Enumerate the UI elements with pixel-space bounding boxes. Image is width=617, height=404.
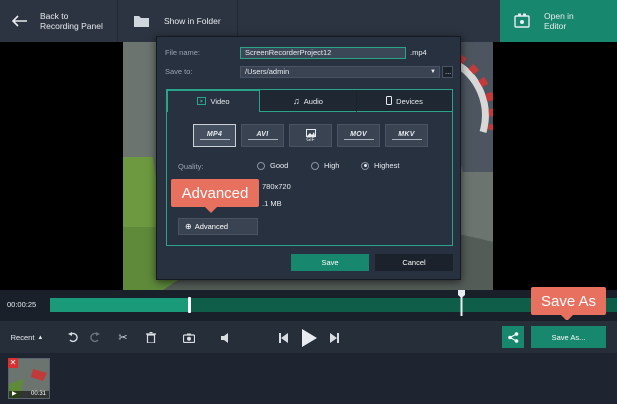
- save-dialog: File name: ScreenRecorderProject12 .mp4 …: [156, 36, 461, 280]
- size-value: .1 MB: [262, 199, 282, 208]
- thumbnail-play-icon: ▶: [12, 391, 17, 397]
- close-icon: ✕: [9, 358, 17, 367]
- format-mov-button[interactable]: MOV: [337, 124, 380, 147]
- next-button[interactable]: [326, 321, 342, 354]
- browse-button[interactable]: ...: [442, 66, 453, 78]
- recent-recordings-strip: ▶ 00:31 ✕: [0, 353, 617, 404]
- dialog-save-button[interactable]: Save: [291, 254, 369, 271]
- open-in-editor-button[interactable]: Open in Editor: [500, 0, 617, 42]
- quality-highest-radio[interactable]: Highest: [361, 161, 399, 170]
- tab-audio[interactable]: ♫ Audio: [260, 90, 357, 112]
- quality-good-radio[interactable]: Good: [257, 161, 288, 170]
- save-to-value: /Users/admin: [245, 67, 290, 76]
- volume-button[interactable]: [217, 321, 235, 354]
- cut-button[interactable]: ✂: [114, 321, 132, 354]
- back-to-recording-panel-button[interactable]: Back to Recording Panel: [0, 0, 118, 42]
- skip-forward-icon: [329, 332, 339, 343]
- format-mkv-button[interactable]: MKV: [385, 124, 428, 147]
- timeline: 00:00:25: [0, 290, 617, 320]
- plus-circle-icon: ⊕: [185, 222, 192, 231]
- snapshot-button[interactable]: [180, 321, 198, 354]
- thumbnail-duration: 00:31: [30, 391, 46, 397]
- quality-highest-label: Highest: [374, 161, 400, 170]
- chevron-up-icon: ▲: [37, 334, 44, 341]
- tab-devices-label: Devices: [396, 96, 423, 106]
- back-label-line1: Back to: [40, 11, 69, 21]
- save-to-dropdown[interactable]: /Users/admin ▼: [240, 66, 440, 78]
- play-icon: [301, 328, 317, 347]
- image-icon: [305, 128, 316, 137]
- format-mp4-label: MP4: [206, 131, 223, 138]
- format-mov-label: MOV: [350, 131, 367, 138]
- format-gif-button[interactable]: GIF: [289, 124, 332, 147]
- video-tab-icon: [197, 96, 207, 107]
- quality-good-label: Good: [270, 161, 289, 170]
- dialog-cancel-button[interactable]: Cancel: [375, 254, 453, 271]
- share-button[interactable]: [502, 326, 524, 348]
- open-in-editor-line2: Editor: [544, 21, 567, 31]
- device-phone-icon: [386, 95, 393, 107]
- remove-recording-button[interactable]: ✕: [8, 358, 18, 368]
- file-extension: .mp4: [410, 48, 427, 57]
- format-mkv-label: MKV: [398, 131, 415, 138]
- save-as-button[interactable]: Save As...: [531, 326, 606, 348]
- bottom-toolbar: Recent ▲ ✂ Save As...: [0, 320, 617, 353]
- app-window: Back to Recording Panel Show in Folder O…: [0, 0, 617, 404]
- delete-button[interactable]: [142, 321, 160, 354]
- tab-devices[interactable]: Devices: [357, 90, 452, 112]
- undo-button[interactable]: [64, 321, 82, 354]
- advanced-callout: Advanced: [171, 179, 259, 207]
- tab-video-label: Video: [210, 97, 230, 106]
- resolution-value: 780x720: [262, 182, 291, 191]
- scissors-icon: ✂: [118, 332, 128, 344]
- chevron-down-icon: ▼: [430, 69, 436, 75]
- undo-icon: [67, 332, 78, 343]
- previous-button[interactable]: [275, 321, 291, 354]
- skip-back-icon: [278, 332, 288, 343]
- file-name-label: File name:: [165, 48, 201, 57]
- current-time: 00:00:25: [7, 300, 37, 309]
- video-preview-area: File name: ScreenRecorderProject12 .mp4 …: [0, 36, 617, 290]
- redo-icon: [89, 332, 100, 343]
- recent-dropdown[interactable]: Recent ▲: [6, 321, 48, 354]
- play-button[interactable]: [298, 321, 320, 354]
- tab-video[interactable]: Video: [167, 90, 260, 112]
- format-gif-label: GIF: [306, 136, 315, 143]
- camera-icon: [183, 333, 195, 343]
- timeline-played: [50, 298, 190, 312]
- open-in-editor-line1: Open in: [544, 11, 574, 21]
- settings-tabs-panel: Video ♫ Audio Devices MP4 AVI GIF MOV MK…: [166, 89, 453, 246]
- save-to-label: Save to:: [165, 67, 193, 76]
- back-label-line2: Recording Panel: [40, 21, 103, 31]
- save-as-callout: Save As: [531, 287, 606, 315]
- editor-film-icon: [500, 0, 544, 42]
- music-note-icon: ♫: [293, 96, 300, 106]
- arrow-left-icon: [0, 0, 40, 42]
- tab-audio-label: Audio: [303, 96, 323, 106]
- quality-high-label: High: [324, 161, 340, 170]
- advanced-button[interactable]: ⊕ Advanced: [178, 218, 258, 235]
- share-icon: [507, 331, 518, 343]
- redo-button[interactable]: [85, 321, 103, 354]
- quality-label: Quality:: [178, 162, 204, 171]
- advanced-button-label: Advanced: [194, 222, 229, 231]
- trim-end-handle[interactable]: [458, 290, 465, 316]
- playhead-handle[interactable]: [188, 297, 191, 313]
- recent-label: Recent: [10, 333, 35, 342]
- format-mp4-button[interactable]: MP4: [193, 124, 236, 147]
- format-avi-label: AVI: [256, 131, 269, 138]
- format-avi-button[interactable]: AVI: [241, 124, 284, 147]
- speaker-icon: [220, 332, 228, 343]
- show-in-folder-label: Show in Folder: [164, 16, 221, 26]
- trash-icon: [146, 332, 156, 343]
- quality-high-radio[interactable]: High: [311, 161, 339, 170]
- advanced-callout-arrow: [205, 207, 217, 213]
- file-name-input[interactable]: ScreenRecorderProject12: [240, 47, 406, 59]
